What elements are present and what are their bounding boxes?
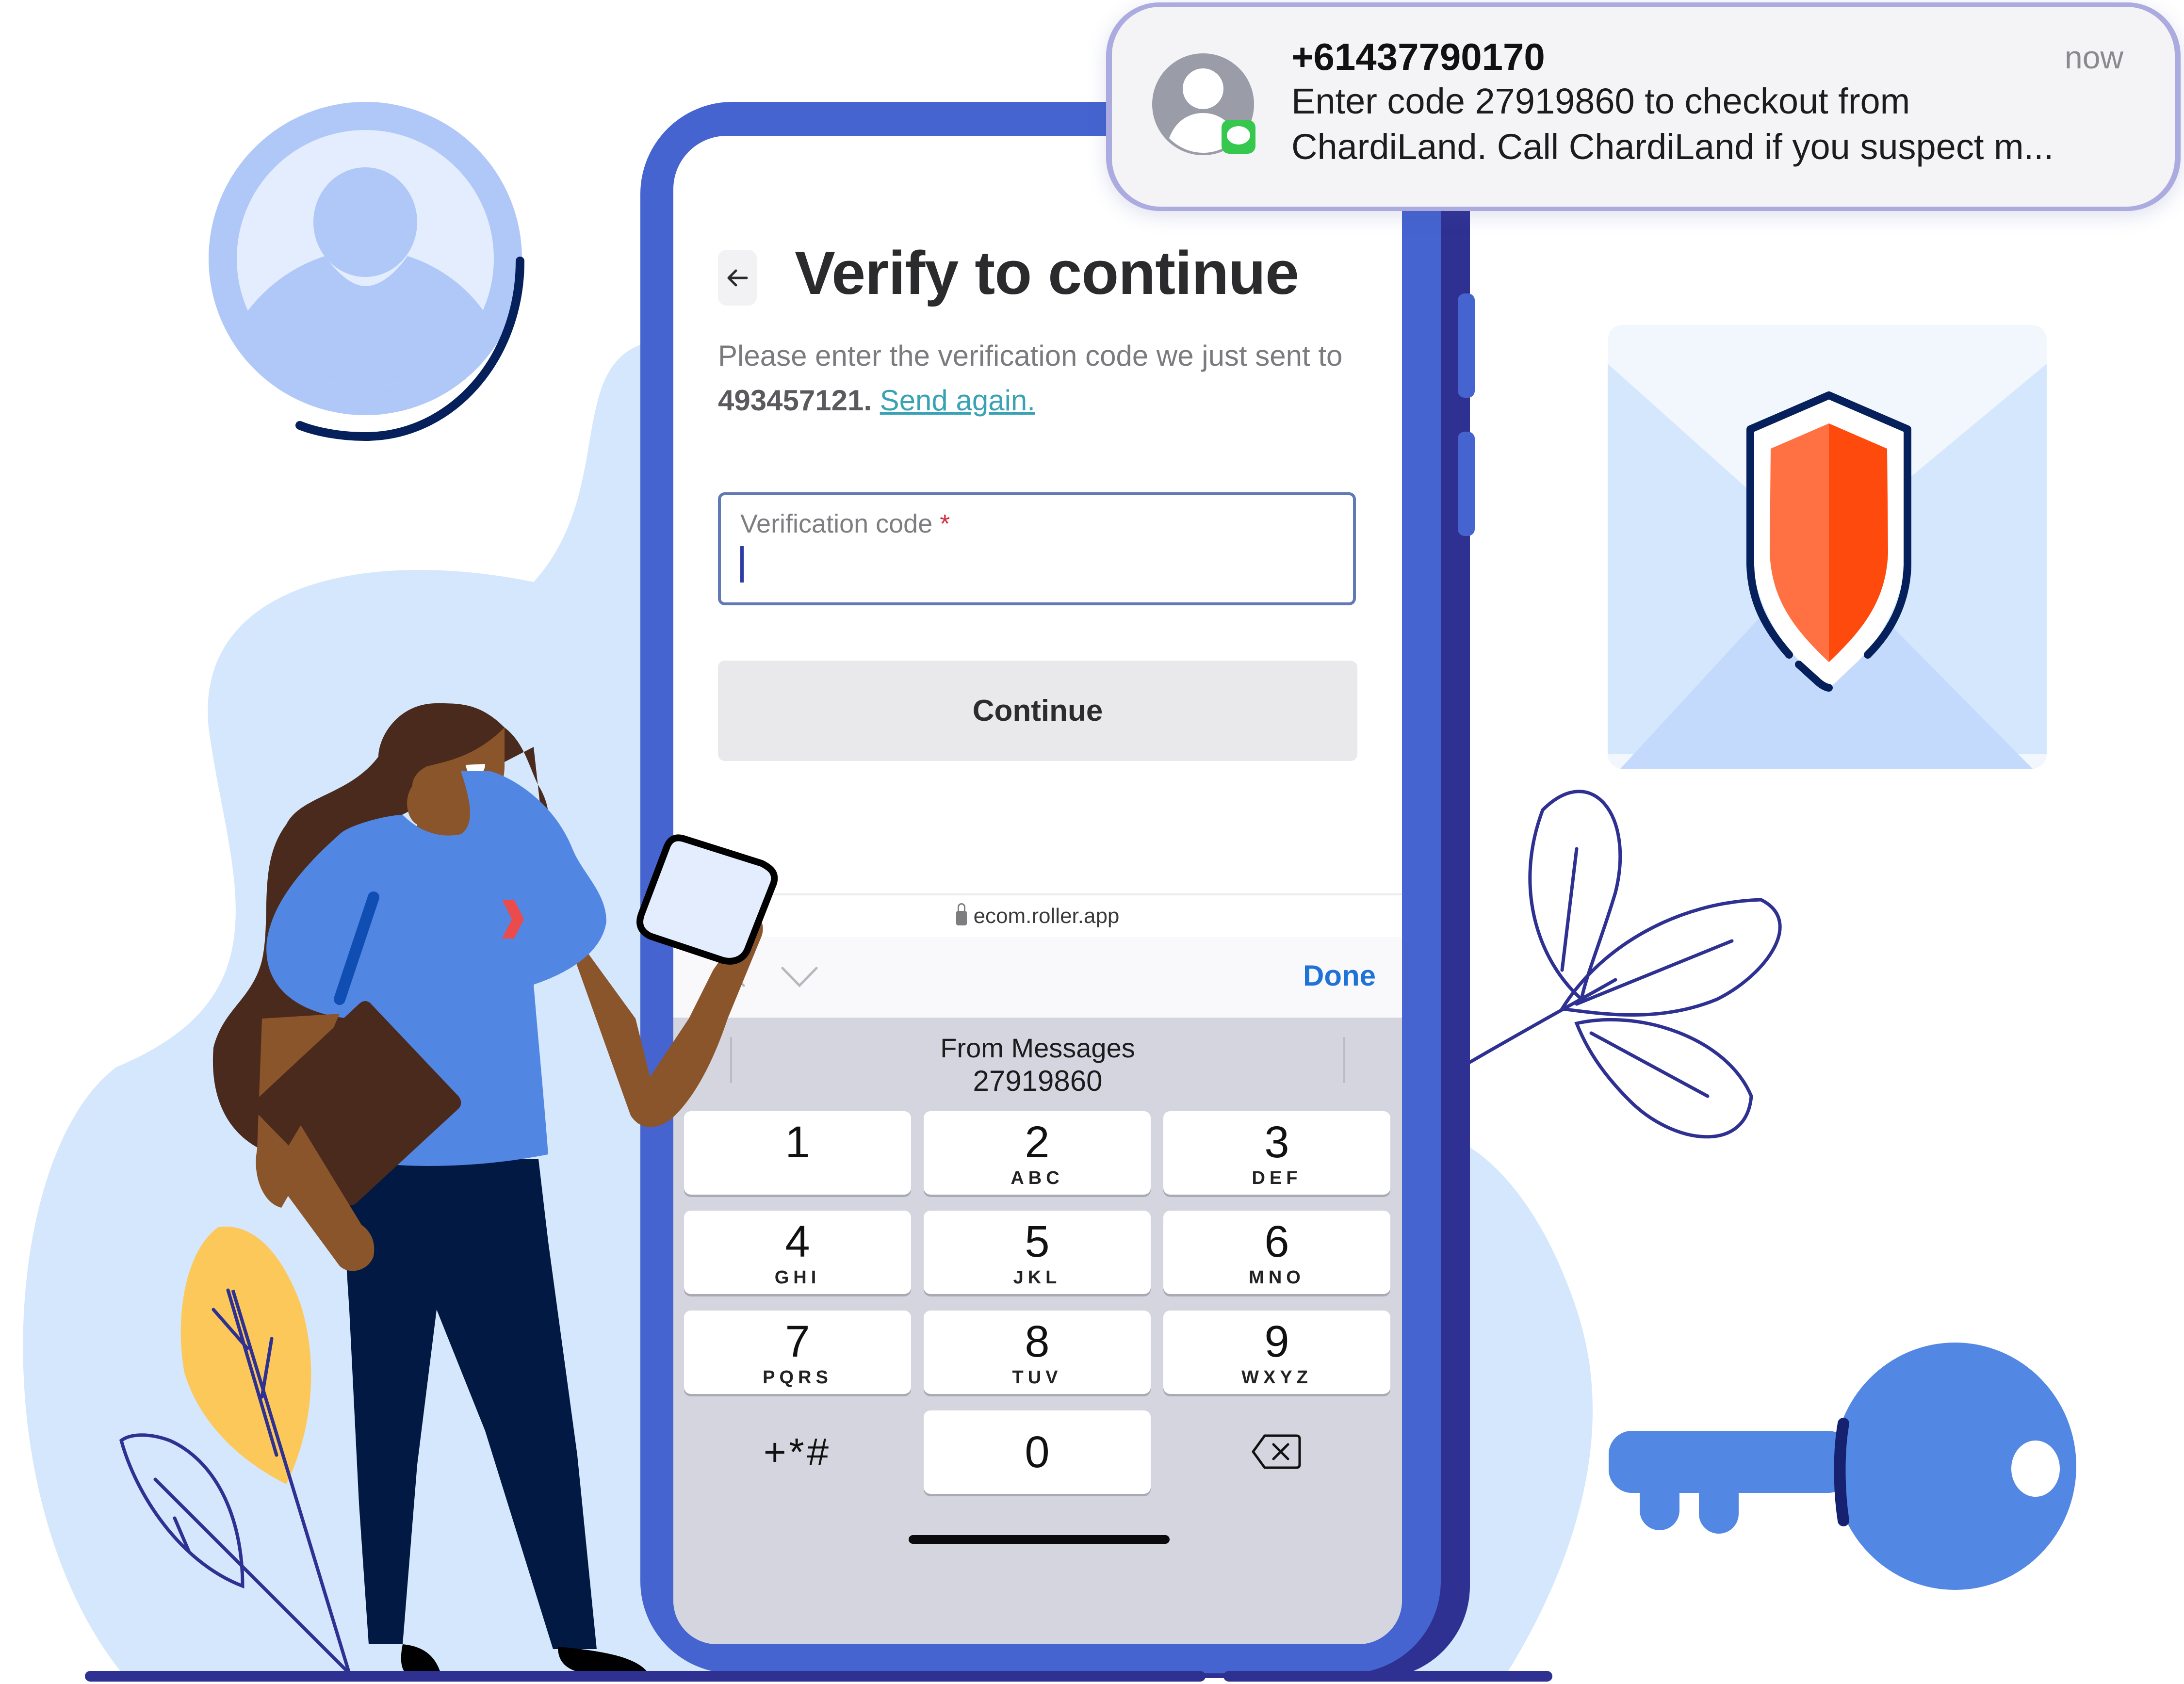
send-again-link[interactable]: Send again. [880,384,1035,417]
key-letters: DEF [1252,1168,1302,1188]
verification-code-input[interactable]: Verification code * [718,492,1356,605]
notification-time: now [2065,39,2124,75]
url-text: ecom.roller.app [973,904,1120,928]
leaf-branch-icon [1468,790,1782,1139]
key-0[interactable]: 0 [924,1410,1151,1494]
floor-line [85,1671,1206,1682]
key-letters: MNO [1249,1267,1305,1288]
key-7[interactable]: 7 PQRS [684,1311,911,1394]
phone-screen: Verify to continue Please enter the veri… [673,136,1402,1644]
suggestion-code: 27919860 [973,1065,1103,1097]
key-4[interactable]: 4 GHI [684,1211,911,1294]
key-digit: 0 [1025,1427,1050,1477]
delete-key[interactable] [1163,1410,1390,1494]
key-digit: 5 [1025,1217,1050,1266]
phone-side-button [1458,432,1475,536]
key-digit: 7 [785,1317,810,1366]
backspace-icon [1252,1434,1301,1469]
key-digit: 2 [1025,1117,1050,1167]
contact-placeholder-icon [1152,53,1255,155]
home-indicator [909,1535,1170,1544]
key-letters: GHI [774,1267,821,1288]
browser-url-bar[interactable]: ecom.roller.app [673,893,1402,939]
key-digit: 3 [1264,1117,1289,1167]
numeric-keyboard: From Messages 27919860 1 2 ABC 3 DEF 4 GHI … [673,1018,1402,1644]
code-label-text: Verification code [740,509,933,538]
suggestion-source: From Messages [940,1033,1135,1063]
notification-line: Enter code 27919860 to checkout from [1291,81,1910,121]
continue-button[interactable]: Continue [718,661,1357,761]
lock-icon [956,903,967,925]
keyboard-toolbar: Done [673,937,1402,1018]
page-title: Verify to continue [795,239,1299,307]
key-2[interactable]: 2 ABC [924,1111,1151,1195]
phone-side-button [1458,293,1475,398]
key-6[interactable]: 6 MNO [1163,1211,1390,1294]
key-digit: 9 [1264,1317,1289,1366]
envelope-shield-illustration [1608,325,2047,769]
text-caret [740,546,744,583]
symbols-key[interactable]: +*# [684,1410,911,1494]
chevron-down-icon[interactable] [780,957,819,996]
key-digit: 6 [1264,1217,1289,1266]
symbols-label: +*# [763,1430,832,1474]
key-digit: 4 [785,1217,810,1266]
key-letters: ABC [1011,1168,1064,1188]
floor-line [1223,1671,1552,1682]
instructions-text: Please enter the verification code we ju… [718,334,1363,423]
key-letters: WXYZ [1241,1367,1312,1388]
notification-line: ChardiLand. Call ChardiLand if you suspe… [1291,127,2054,167]
chevron-up-icon[interactable] [707,957,746,996]
back-button[interactable] [718,250,757,306]
key-9[interactable]: 9 WXYZ [1163,1311,1390,1394]
key-illustration [1609,1343,2076,1590]
required-marker: * [940,509,950,538]
key-digit: 1 [785,1117,810,1167]
key-3[interactable]: 3 DEF [1163,1111,1390,1195]
key-letters: PQRS [763,1367,832,1388]
key-letters: TUV [1012,1367,1062,1388]
notification-message: Enter code 27919860 to checkout from Cha… [1291,79,2155,170]
key-5[interactable]: 5 JKL [924,1211,1151,1294]
key-digit: 8 [1025,1317,1050,1366]
phone-number: 493457121. [718,384,872,417]
instructions-prefix: Please enter the verification code we ju… [718,340,1343,372]
arrow-left-icon [727,269,748,286]
autofill-suggestion[interactable]: From Messages 27919860 [673,1027,1402,1105]
user-avatar-illustration [209,102,524,441]
done-button[interactable]: Done [1303,959,1376,992]
verification-code-label: Verification code * [740,509,950,539]
key-8[interactable]: 8 TUV [924,1311,1151,1394]
key-1[interactable]: 1 [684,1111,911,1195]
notification-sender: +61437790170 [1291,35,1545,78]
key-letters: JKL [1013,1267,1061,1288]
